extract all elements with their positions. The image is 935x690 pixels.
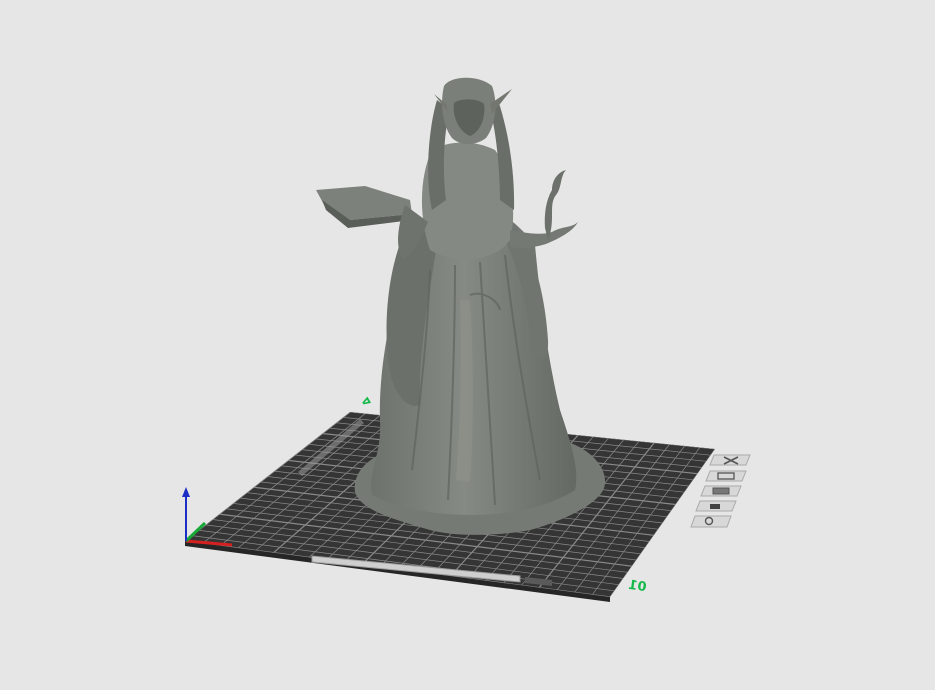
3d-viewport[interactable]: 01 ᐊ (0, 0, 935, 690)
plate-settings-button[interactable] (690, 515, 732, 528)
plate-corner-mark: ᐊ (360, 396, 373, 410)
open-book (316, 186, 412, 220)
orient-plate-button[interactable] (700, 485, 742, 497)
scene-canvas[interactable]: 01 ᐊ (0, 0, 935, 690)
right-hand (510, 222, 578, 249)
plate-number-label: 01 (627, 578, 647, 595)
z-axis-arrow-icon (182, 487, 190, 497)
arrange-plate-button[interactable] (705, 470, 747, 482)
lock-icon (710, 504, 720, 509)
remove-plate-button[interactable] (709, 454, 751, 466)
orient-icon (712, 487, 730, 495)
lock-plate-button[interactable] (695, 500, 737, 512)
